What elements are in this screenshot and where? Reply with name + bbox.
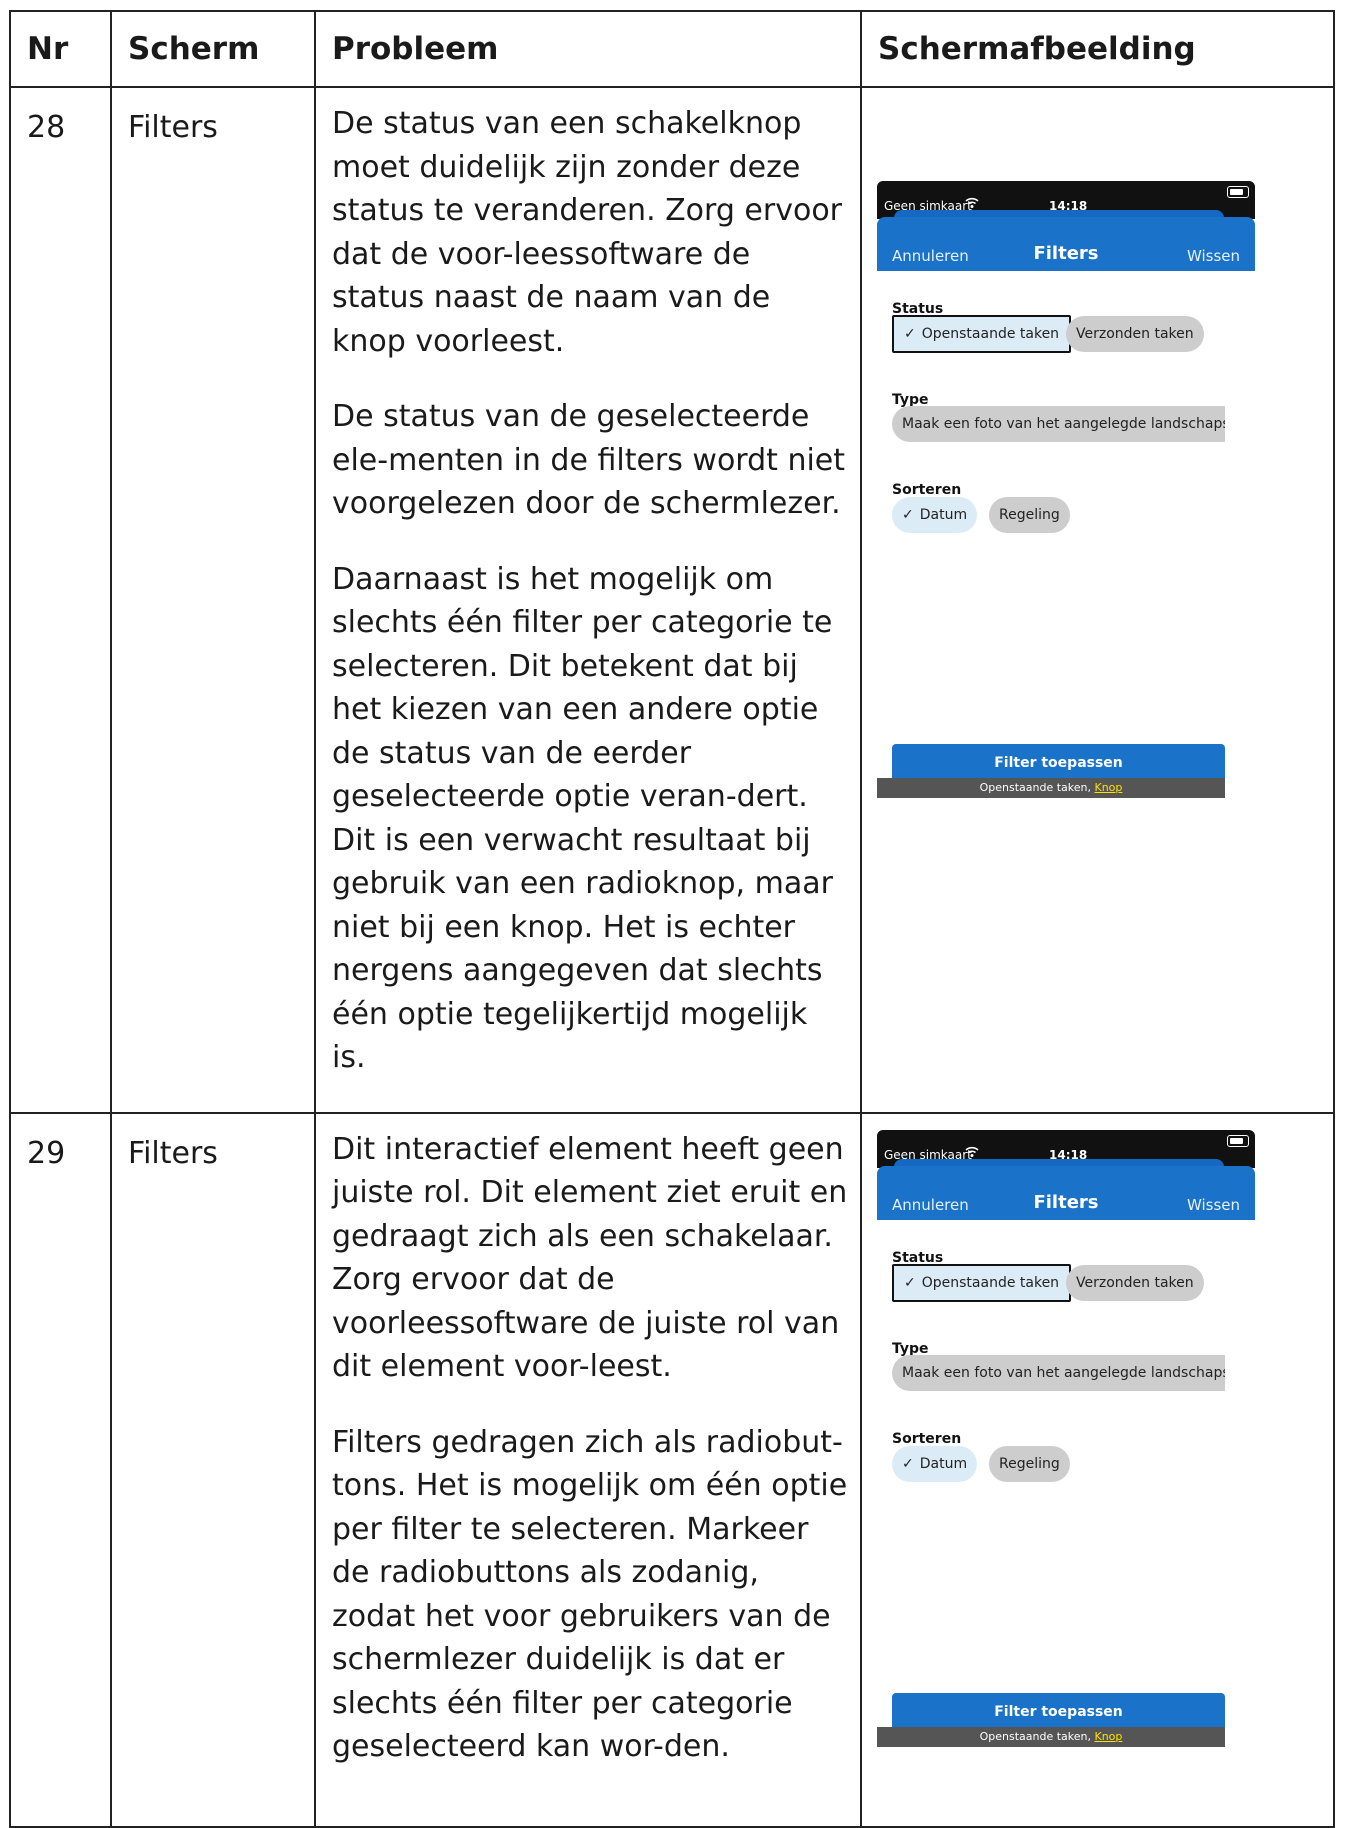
voiceover-role: Knop — [1094, 781, 1123, 794]
battery-icon — [1227, 186, 1249, 198]
problem-paragraph: De status van de geselecteerde ele-mente… — [332, 399, 846, 521]
chip-datum[interactable]: ✓ Datum — [892, 497, 978, 533]
voiceover-caption: Openstaande taken, Knop — [877, 1726, 1225, 1747]
chip-verzonden-taken[interactable]: Verzonden taken — [1066, 1264, 1204, 1301]
checkmark-icon: ✓ — [904, 326, 916, 342]
chip-label: Datum — [919, 1455, 968, 1472]
chip-type[interactable]: Maak een foto van het aangelegde landsch… — [892, 1354, 1225, 1391]
voiceover-role: Knop — [1094, 1729, 1123, 1743]
nav-bar: Annuleren Filters Wissen — [877, 1165, 1255, 1220]
problem-paragraph: Daarnaast is het mogelijk om slechts één… — [332, 561, 833, 1076]
phone-screenshot: Geen simkaart 14:18 Annuleren Filters Wi… — [877, 181, 1255, 851]
table-row: 29 Filters Dit interactief element heeft… — [9, 1111, 1335, 1828]
row-scherm: Filters — [110, 1111, 316, 1828]
chip-label: Maak een foto van het aangelegde landsch… — [902, 1364, 1225, 1381]
problem-paragraph: Filters gedragen zich als radiobut-tons.… — [332, 1424, 848, 1765]
chip-datum[interactable]: ✓ Datum — [892, 1445, 978, 1482]
chip-label: Openstaande taken — [921, 326, 1060, 342]
chip-openstaande-taken[interactable]: ✓ Openstaande taken — [892, 1263, 1072, 1302]
checkmark-icon: ✓ — [902, 507, 914, 523]
filter-content: Status ✓ Openstaande taken Verzonden take… — [877, 1219, 1255, 1756]
checkmark-icon: ✓ — [902, 1455, 914, 1472]
table-row: 28 Filters De status van een schakelknop… — [9, 86, 1335, 1114]
chip-openstaande-taken[interactable]: ✓ Openstaande taken — [892, 315, 1072, 353]
chip-type[interactable]: Maak een foto van het aangelegde landsch… — [892, 406, 1225, 442]
voiceover-caption: Openstaande taken, Knop — [877, 778, 1225, 798]
header-scherm: Scherm — [110, 10, 316, 88]
row-probleem: Dit interactief element heeft geen juist… — [314, 1111, 862, 1828]
header-nr: Nr — [9, 10, 112, 88]
problem-paragraph: Dit interactief element heeft geen juist… — [332, 1131, 848, 1385]
chip-verzonden-taken[interactable]: Verzonden taken — [1066, 316, 1204, 352]
header-probleem: Probleem — [314, 10, 862, 88]
filter-content: Status ✓ Openstaande taken Verzonden take… — [877, 271, 1255, 807]
row-screenshot: Geen simkaart 14:18 Annuleren Filters Wi… — [860, 86, 1335, 1114]
row-screenshot: Geen simkaart 14:18 Annuleren Filters Wi… — [860, 1111, 1335, 1828]
chip-label: Verzonden taken — [1076, 326, 1194, 342]
nav-bar: Annuleren Filters Wissen — [877, 217, 1255, 271]
findings-table: Nr Scherm Probleem Schermafbeelding 28 F… — [9, 10, 1335, 1828]
phone-screenshot: Geen simkaart 14:18 Annuleren Filters Wi… — [877, 1129, 1255, 1800]
chip-label: Datum — [919, 507, 968, 523]
chip-label: Verzonden taken — [1076, 1274, 1194, 1291]
battery-icon — [1227, 1134, 1249, 1147]
row-nr: 28 — [9, 86, 112, 1114]
chip-label: Maak een foto van het aangelegde landsch… — [902, 416, 1225, 432]
chip-label: Regeling — [999, 507, 1060, 523]
header-schermafbeelding: Schermafbeelding — [860, 10, 1335, 88]
row-nr: 29 — [9, 1111, 112, 1828]
chip-label: Openstaande taken — [921, 1274, 1060, 1291]
chip-regeling[interactable]: Regeling — [989, 497, 1070, 533]
voiceover-text: Openstaande taken, — [979, 781, 1095, 794]
row-probleem: De status van een schakelknop moet duide… — [314, 86, 862, 1114]
checkmark-icon: ✓ — [904, 1274, 916, 1291]
problem-paragraph: De status van een schakelknop moet duide… — [332, 106, 843, 359]
chip-label: Regeling — [999, 1455, 1060, 1472]
row-scherm: Filters — [110, 86, 316, 1114]
chip-regeling[interactable]: Regeling — [989, 1445, 1070, 1482]
table-header-row: Nr Scherm Probleem Schermafbeelding — [9, 10, 1335, 88]
voiceover-text: Openstaande taken, — [979, 1729, 1095, 1743]
